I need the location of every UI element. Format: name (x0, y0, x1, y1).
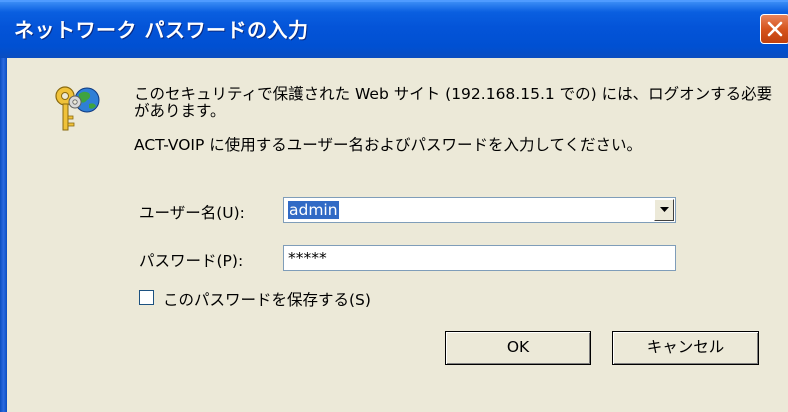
message-line-3: ACT-VOIP に使用するユーザー名およびパスワードを入力してください。 (134, 136, 643, 154)
login-dialog: ネットワーク パスワードの入力 このセキュリティで保護された Web サイト ( (0, 0, 788, 412)
ok-button[interactable]: OK (445, 331, 591, 365)
message-line-2: があります。 (134, 102, 226, 120)
message-line-1: このセキュリティで保護された Web サイト (192.168.15.1 での)… (134, 85, 773, 103)
chevron-down-icon (660, 207, 669, 212)
remember-password-checkbox[interactable] (139, 290, 154, 305)
username-value[interactable]: admin (288, 201, 339, 219)
title-bar[interactable]: ネットワーク パスワードの入力 (0, 0, 788, 58)
password-field[interactable]: ***** (283, 245, 676, 271)
username-combobox[interactable]: admin (283, 197, 676, 223)
remember-password-label[interactable]: このパスワードを保存する(S) (163, 288, 371, 310)
username-label: ユーザー名(U): (139, 204, 245, 222)
window-title: ネットワーク パスワードの入力 (14, 18, 309, 42)
close-icon (767, 21, 783, 37)
close-button[interactable] (760, 14, 788, 44)
keys-icon (55, 86, 100, 131)
password-value: ***** (288, 249, 327, 267)
window-border (0, 58, 7, 412)
cancel-button[interactable]: キャンセル (612, 331, 759, 365)
password-label: パスワード(P): (139, 252, 244, 270)
username-dropdown-button[interactable] (654, 199, 674, 221)
dialog-content: このセキュリティで保護された Web サイト (192.168.15.1 での)… (7, 58, 788, 412)
